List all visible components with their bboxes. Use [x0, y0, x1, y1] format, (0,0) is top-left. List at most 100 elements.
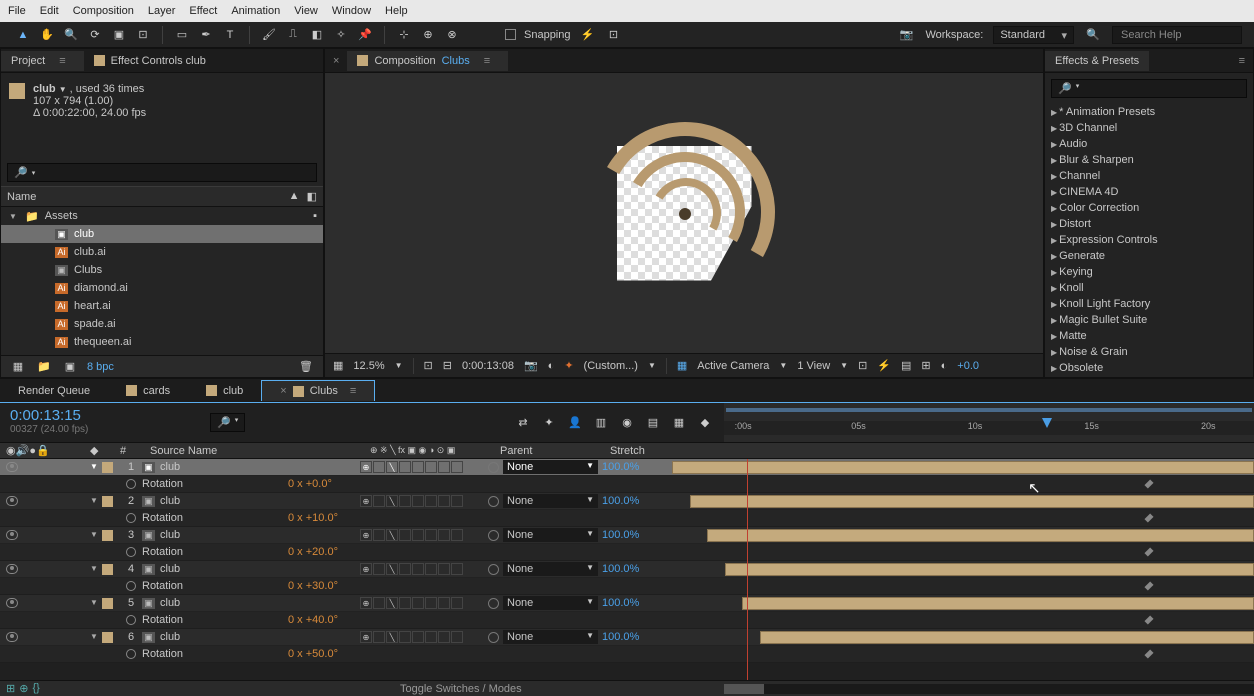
snapping-checkbox[interactable] [505, 29, 516, 40]
effect-category[interactable]: ▶Audio [1045, 136, 1253, 152]
interpret-icon[interactable]: ▦ [9, 358, 27, 376]
pickwhip-icon[interactable] [488, 530, 499, 541]
stopwatch-icon[interactable] [126, 581, 136, 591]
effect-category[interactable]: ▶* Animation Presets [1045, 104, 1253, 120]
effect-category[interactable]: ▶Blur & Sharpen [1045, 152, 1253, 168]
new-folder-icon[interactable]: 📁 [35, 358, 53, 376]
bpc-button[interactable]: 8 bpc [87, 361, 114, 373]
project-item[interactable]: ▣Clubs [1, 261, 323, 279]
layer-row[interactable]: ▼ 3 ▣ club ⊕╲ None▼ 100.0% [0, 527, 1254, 544]
property-row[interactable]: Rotation 0 x +50.0° [0, 646, 1254, 663]
pan-behind-tool-icon[interactable]: ⊡ [134, 26, 152, 44]
composition-viewer[interactable] [325, 73, 1043, 353]
parent-dropdown[interactable]: None▼ [503, 494, 598, 508]
keyframe-icon[interactable] [1145, 649, 1154, 658]
layer-bar-track[interactable] [666, 629, 1254, 645]
resolution-dropdown[interactable]: (Custom...) [584, 360, 638, 372]
layer-row[interactable]: ▼ 4 ▣ club ⊕╲ None▼ 100.0% [0, 561, 1254, 578]
zoom-value[interactable]: 12.5% [353, 360, 384, 372]
menu-window[interactable]: Window [332, 5, 371, 17]
effect-category[interactable]: ▶3D Channel [1045, 120, 1253, 136]
pen-tool-icon[interactable]: ✒ [197, 26, 215, 44]
motion-blur-icon[interactable]: ◉ [618, 414, 636, 432]
rotate-tool-icon[interactable]: ⟳ [86, 26, 104, 44]
property-value[interactable]: 0 x +40.0° [288, 614, 558, 626]
twirl-down-icon[interactable]: ▼ [90, 598, 100, 609]
stretch-value[interactable]: 100.0% [598, 461, 666, 473]
menu-animation[interactable]: Animation [231, 5, 280, 17]
flowchart-icon[interactable]: ⊞ [921, 359, 930, 372]
panel-menu-icon[interactable]: ≡ [1231, 55, 1253, 67]
snapshot-icon[interactable]: 📷 [524, 359, 538, 372]
twirl-down-icon[interactable]: ▼ [90, 564, 100, 575]
layer-switches[interactable]: ⊕╲ [358, 563, 488, 575]
menu-layer[interactable]: Layer [148, 5, 176, 17]
layer-name[interactable]: club [158, 563, 358, 575]
property-value[interactable]: 0 x +50.0° [288, 648, 558, 660]
twirl-down-icon[interactable]: ▼ [9, 212, 19, 221]
property-row[interactable]: Rotation 0 x +40.0° [0, 612, 1254, 629]
keyframe-icon[interactable] [1145, 615, 1154, 624]
color-icon[interactable]: ✦ [564, 359, 573, 372]
effect-category[interactable]: ▶Matte [1045, 328, 1253, 344]
timeline-tab[interactable]: ×Clubs≡ [261, 380, 375, 401]
sort-up-icon[interactable]: ▲ [289, 190, 300, 203]
property-row[interactable]: Rotation 0 x +20.0° [0, 544, 1254, 561]
effect-category[interactable]: ▶Obsolete [1045, 360, 1253, 376]
stopwatch-icon[interactable] [126, 547, 136, 557]
menu-file[interactable]: File [8, 5, 26, 17]
parent-dropdown[interactable]: None▼ [503, 630, 598, 644]
menu-effect[interactable]: Effect [189, 5, 217, 17]
num-column[interactable]: # [120, 443, 150, 458]
graph-editor-icon[interactable]: ▤ [644, 414, 662, 432]
property-value[interactable]: 0 x +10.0° [288, 512, 558, 524]
layer-name[interactable]: club [158, 529, 358, 541]
zoom-tool-icon[interactable]: 🔍 [62, 26, 80, 44]
current-time-indicator[interactable] [747, 459, 748, 680]
axis-world-icon[interactable]: ⊕ [419, 26, 437, 44]
property-row[interactable]: Rotation 0 x +30.0° [0, 578, 1254, 595]
av-column-icon[interactable]: ◉ [6, 444, 16, 457]
axis-local-icon[interactable]: ⊹ [395, 26, 413, 44]
layer-row[interactable]: ▼ 2 ▣ club ⊕╲ None▼ 100.0% [0, 493, 1254, 510]
project-search-input[interactable]: 🔎▾ [7, 163, 317, 182]
project-item[interactable]: Aidiamond.ai [1, 279, 323, 297]
stopwatch-icon[interactable] [126, 615, 136, 625]
roto-tool-icon[interactable]: ✧ [332, 26, 350, 44]
menu-help[interactable]: Help [385, 5, 408, 17]
effect-controls-tab[interactable]: Effect Controls club [84, 51, 216, 71]
axis-view-icon[interactable]: ⊗ [443, 26, 461, 44]
property-row[interactable]: Rotation 0 x +0.0° [0, 476, 1254, 493]
timeline-icon[interactable]: ▤ [901, 359, 911, 372]
search-help-input[interactable]: Search Help [1112, 26, 1242, 44]
keyframe-icon[interactable] [1145, 547, 1154, 556]
timeline-tab[interactable]: Render Queue [0, 381, 108, 401]
layer-bar-track[interactable] [666, 561, 1254, 577]
frame-blend-icon[interactable]: ▥ [592, 414, 610, 432]
reset-exposure-icon[interactable]: ◐ [941, 360, 948, 372]
parent-dropdown[interactable]: None▼ [503, 460, 598, 474]
effect-category[interactable]: ▶Knoll [1045, 280, 1253, 296]
project-folder[interactable]: ▼ 📁 Assets ▪ [1, 207, 323, 225]
zoom-in-icon[interactable]: ⊕ [19, 682, 28, 695]
toggle-switches-button[interactable]: Toggle Switches / Modes [400, 683, 522, 695]
stopwatch-icon[interactable] [126, 513, 136, 523]
label-swatch[interactable] [102, 462, 113, 473]
puppet-tool-icon[interactable]: 📌 [356, 26, 374, 44]
effect-category[interactable]: ▶Generate [1045, 248, 1253, 264]
layer-bar-track[interactable] [666, 595, 1254, 611]
views-dropdown[interactable]: 1 View [797, 360, 830, 372]
twirl-down-icon[interactable]: ▼ [90, 632, 100, 643]
fast-preview-icon[interactable]: ⚡ [877, 359, 891, 372]
keyframe-icon[interactable] [1145, 581, 1154, 590]
menu-edit[interactable]: Edit [40, 5, 59, 17]
expand-icon[interactable]: ⊞ [6, 682, 15, 695]
property-value[interactable]: 0 x +0.0° [288, 478, 558, 490]
stopwatch-icon[interactable] [126, 479, 136, 489]
clone-tool-icon[interactable]: ⎍ [284, 26, 302, 44]
label-swatch[interactable] [102, 530, 113, 541]
snap-opt2-icon[interactable]: ⊡ [605, 26, 623, 44]
project-item[interactable]: ▣club [1, 225, 323, 243]
effect-category[interactable]: ▶Magic Bullet Suite [1045, 312, 1253, 328]
visibility-toggle-icon[interactable] [6, 530, 18, 540]
